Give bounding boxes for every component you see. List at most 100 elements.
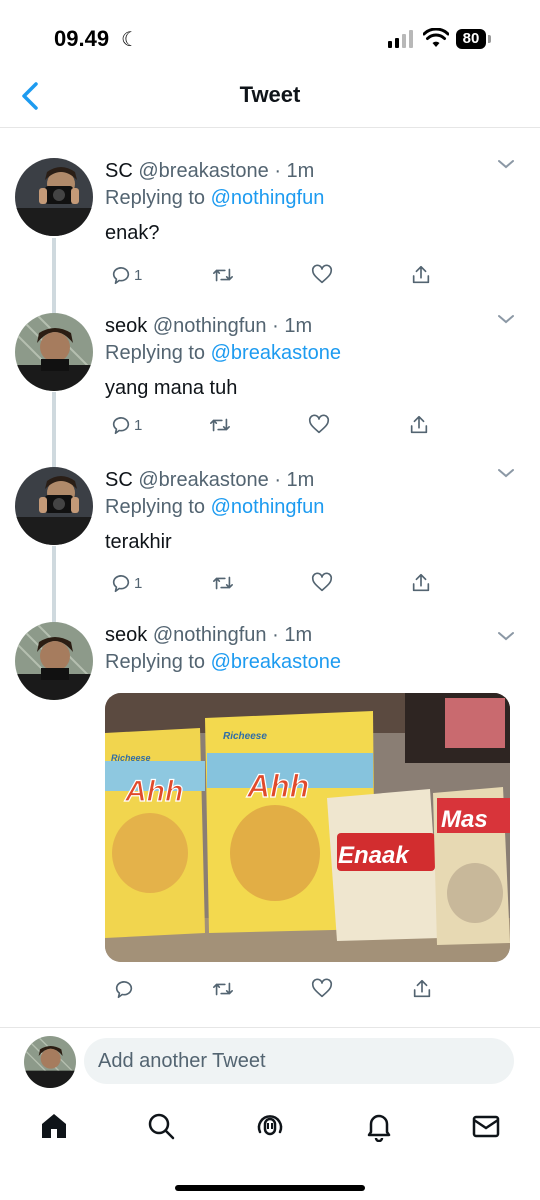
chevron-down-icon[interactable] [497,313,515,325]
reply-icon [115,981,133,999]
tweet-actions: 1 [110,411,440,439]
retweet-button[interactable] [212,261,234,289]
timestamp: 1m [284,624,313,646]
battery-tip [488,35,491,43]
handle[interactable]: @breakastone [138,160,268,182]
status-bar: 09.49 ☾ 80 [0,0,540,64]
reply-count: 1 [134,416,143,434]
add-tweet-input[interactable] [84,1038,514,1084]
media-label: Richeese [111,753,151,763]
display-name[interactable]: seok [105,315,147,337]
tweet-header: seok @nothingfun · 1m [105,315,312,338]
share-button[interactable] [410,261,432,289]
heart-icon [308,414,330,434]
display-name[interactable]: SC [105,160,133,182]
tweet-actions: 1 [110,261,440,289]
retweet-icon [213,982,233,996]
heart-icon [311,572,333,592]
tweet-text: terakhir [105,531,172,553]
chevron-down-icon[interactable] [497,630,515,642]
avatar[interactable] [15,313,93,391]
chevron-down-icon[interactable] [497,158,515,170]
mention-link[interactable]: @breakastone [211,651,341,673]
handle[interactable]: @nothingfun [153,315,267,337]
retweet-icon [213,576,233,590]
separator-dot: · [274,160,281,182]
reply-icon [112,417,130,435]
home-icon[interactable] [38,1110,70,1142]
media-label: Mas [441,806,488,833]
replying-to: Replying to @nothingfun [105,496,324,519]
notifications-icon[interactable] [363,1110,395,1142]
reply-button[interactable] [113,975,135,1003]
reply-button[interactable]: 1 [110,261,142,289]
separator-dot: · [272,315,279,337]
tweet-text: enak? [105,222,160,244]
like-button[interactable] [311,261,333,289]
wifi-icon [423,28,449,47]
tweet-header: seok @nothingfun · 1m [105,624,312,647]
mention-link[interactable]: @breakastone [211,342,341,364]
like-button[interactable] [311,569,333,597]
bottom-tab-bar [0,1100,540,1160]
top-nav: Tweet [0,64,540,128]
mention-link[interactable]: @nothingfun [211,496,325,518]
replying-label: Replying to [105,651,206,673]
status-time: 09.49 [54,26,110,51]
avatar[interactable] [15,158,93,236]
avatar[interactable] [15,622,93,700]
retweet-button[interactable] [212,975,234,1003]
tweet-media-photo[interactable]: Richeese Ahh Richeese Ahh Enaak Mas [105,693,510,962]
timestamp: 1m [286,469,315,491]
replying-label: Replying to [105,496,206,518]
tweet-header: SC @breakastone · 1m [105,469,314,492]
spaces-icon[interactable] [254,1110,286,1142]
share-button[interactable] [411,975,433,1003]
snack-photo: Richeese Ahh Richeese Ahh Enaak Mas [105,693,510,962]
reply-count: 1 [134,266,143,284]
replying-to: Replying to @breakastone [105,651,341,674]
share-icon [410,415,428,434]
separator-dot: · [272,624,279,646]
mention-link[interactable]: @nothingfun [211,187,325,209]
media-label: Ahh [246,768,309,804]
like-button[interactable] [308,411,330,439]
chevron-down-icon[interactable] [497,467,515,479]
share-button[interactable] [410,569,432,597]
tweet-actions: 1 [110,569,440,597]
replying-to: Replying to @nothingfun [105,187,324,210]
share-icon [413,979,431,998]
divider [0,1027,540,1028]
handle[interactable]: @breakastone [138,469,268,491]
thread-line [52,238,56,314]
compose-avatar [24,1036,76,1088]
like-button[interactable] [311,975,333,1003]
thread-line [52,546,56,624]
share-button[interactable] [408,411,430,439]
separator-dot: · [274,469,281,491]
share-icon [412,573,430,592]
media-label: Enaak [338,842,410,869]
reply-icon [112,267,130,285]
retweet-icon [213,268,233,282]
display-name[interactable]: seok [105,624,147,646]
reply-button[interactable]: 1 [110,569,142,597]
signal-icon [388,30,413,48]
media-label: Ahh [124,775,183,808]
timestamp: 1m [286,160,315,182]
handle[interactable]: @nothingfun [153,624,267,646]
page-title: Tweet [239,82,301,107]
retweet-icon [210,418,230,432]
avatar[interactable] [15,467,93,545]
retweet-button[interactable] [212,569,234,597]
retweet-button[interactable] [209,411,231,439]
messages-icon[interactable] [470,1110,502,1142]
home-indicator [175,1185,365,1191]
heart-icon [311,264,333,284]
reply-button[interactable]: 1 [110,411,142,439]
reply-icon [112,575,130,593]
display-name[interactable]: SC [105,469,133,491]
search-icon[interactable] [145,1110,177,1142]
moon-icon: ☾ [121,29,139,51]
battery-icon: 80 [456,29,486,49]
